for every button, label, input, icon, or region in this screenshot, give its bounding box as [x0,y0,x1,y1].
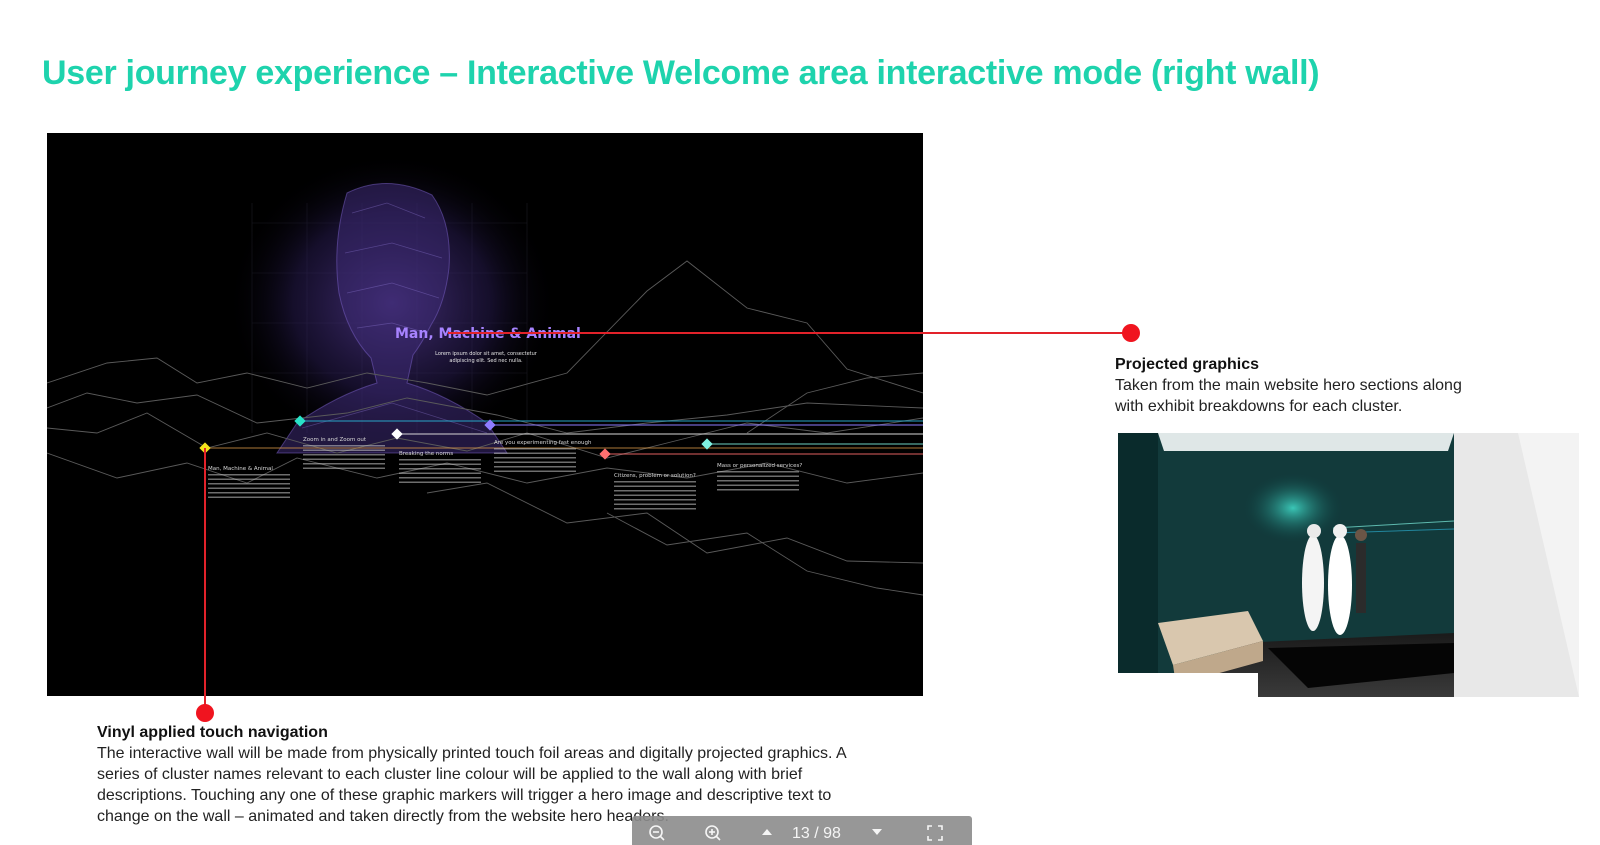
marker-desc-4 [614,481,696,511]
next-page-button[interactable] [866,824,888,845]
marker-label-5: Mass or personalized services? [717,463,803,469]
marker-desc-1 [303,445,385,471]
projection-graphic [47,153,923,596]
marker-label-2: Breaking the norms [399,451,454,457]
vinyl-caption-title: Vinyl applied touch navigation [97,724,328,741]
fullscreen-icon [927,825,943,841]
marker-desc-0 [208,474,290,500]
vinyl-caption-line2: series of cluster names relevant to each… [97,766,803,783]
projection-heading: Man, Machine & Animal [395,326,581,342]
zoom-in-icon [705,825,721,841]
pdf-toolbar: 13 / 98 [632,816,972,845]
marker-desc-3 [494,448,576,474]
chevron-down-icon [872,829,882,835]
marker-label-1: Zoom in and Zoom out [303,437,367,443]
room-render-image [1118,433,1579,697]
total-pages: 98 [823,825,841,842]
chevron-up-icon [762,829,772,835]
vinyl-caption-body: The interactive wall will be made from p… [97,743,877,827]
zoom-out-icon [649,825,665,841]
connector-projected [448,332,1130,334]
projected-caption-title: Projected graphics [1115,356,1260,373]
vinyl-caption-line1: The interactive wall will be made from p… [97,745,847,762]
slide-page: User journey experience – Interactive We… [0,0,1600,845]
projection-mockup: Man, Machine & Animal Lorem ipsum dolor … [47,133,923,696]
head-hologram [227,153,557,454]
slide-title: User journey experience – Interactive We… [42,54,1320,92]
marker-label-3: Are you experimenting fast enough [494,440,592,446]
marker-desc-2 [399,459,481,485]
marker-label-0: Man, Machine & Animal [208,466,273,472]
zoom-in-button[interactable] [702,824,724,845]
marker-desc-5 [717,471,799,493]
projected-caption-line1: Taken from the main website hero section… [1115,377,1462,394]
page-separator: / [809,825,824,842]
connector-vinyl [204,448,206,712]
room-render-graphic [1118,433,1579,697]
page-indicator[interactable]: 13 / 98 [792,825,841,843]
projection-subtext: Lorem ipsum dolor sit amet, consectetur … [435,351,537,364]
marker-label-4: Citizens, problem or solution? [614,473,696,479]
previous-page-button[interactable] [756,824,778,845]
vinyl-caption-line3: descriptions. Touching any one of these … [97,787,832,804]
fullscreen-button[interactable] [924,824,946,845]
projected-caption-body: Taken from the main website hero section… [1115,375,1585,417]
dot-projected [1122,324,1140,342]
dot-vinyl [196,704,214,722]
current-page: 13 [792,825,810,842]
zoom-out-button[interactable] [646,824,668,845]
projected-caption-line2: with exhibit breakdowns for each cluster… [1115,398,1403,415]
